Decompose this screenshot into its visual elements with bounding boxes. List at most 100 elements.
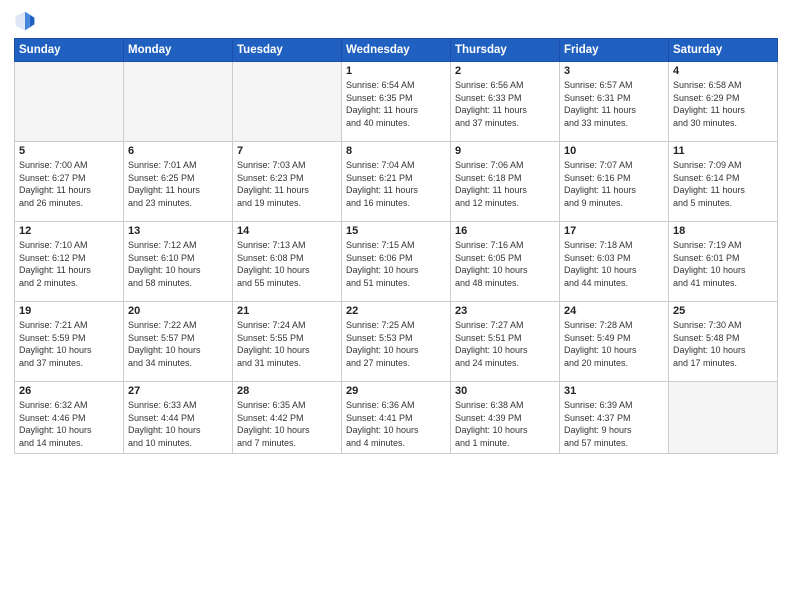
day-number: 27 (128, 385, 228, 397)
day-info: Sunrise: 7:12 AM Sunset: 6:10 PM Dayligh… (128, 239, 228, 289)
calendar-cell: 10Sunrise: 7:07 AM Sunset: 6:16 PM Dayli… (560, 142, 669, 222)
calendar-cell: 22 Sunrise: 7:25 AM Sunset: 5:53 PM Dayli… (342, 302, 451, 382)
day-number: 11 (673, 145, 773, 157)
calendar-cell: 27 Sunrise: 6:33 AM Sunset: 4:44 PM Dayli… (124, 382, 233, 454)
page-header (14, 10, 778, 32)
day-number: 19 (19, 305, 119, 317)
day-number: 28 (237, 385, 337, 397)
day-info: Sunrise: 7:21 AM Sunset: 5:59 PM Dayligh… (19, 319, 119, 369)
day-info: Sunrise: 6:35 AM Sunset: 4:42 PM Dayligh… (237, 399, 337, 449)
day-info: Sunrise: 6:57 AM Sunset: 6:31 PM Dayligh… (564, 79, 664, 129)
calendar-week-row: 26 Sunrise: 6:32 AM Sunset: 4:46 PM Dayli… (15, 382, 778, 454)
calendar-cell: 23 Sunrise: 7:27 AM Sunset: 5:51 PM Dayli… (451, 302, 560, 382)
day-number: 13 (128, 225, 228, 237)
day-number: 8 (346, 145, 446, 157)
day-info: Sunrise: 7:13 AM Sunset: 6:08 PM Dayligh… (237, 239, 337, 289)
calendar-cell: 2Sunrise: 6:56 AM Sunset: 6:33 PM Daylig… (451, 62, 560, 142)
day-info: Sunrise: 7:09 AM Sunset: 6:14 PM Dayligh… (673, 159, 773, 209)
day-info: Sunrise: 7:15 AM Sunset: 6:06 PM Dayligh… (346, 239, 446, 289)
day-number: 4 (673, 65, 773, 77)
calendar-cell (124, 62, 233, 142)
day-number: 12 (19, 225, 119, 237)
day-number: 24 (564, 305, 664, 317)
day-info: Sunrise: 7:24 AM Sunset: 5:55 PM Dayligh… (237, 319, 337, 369)
weekday-header: Wednesday (342, 39, 451, 62)
calendar-cell: 25 Sunrise: 7:30 AM Sunset: 5:48 PM Dayli… (669, 302, 778, 382)
day-info: Sunrise: 7:19 AM Sunset: 6:01 PM Dayligh… (673, 239, 773, 289)
day-info: Sunrise: 7:25 AM Sunset: 5:53 PM Dayligh… (346, 319, 446, 369)
day-number: 26 (19, 385, 119, 397)
day-info: Sunrise: 6:36 AM Sunset: 4:41 PM Dayligh… (346, 399, 446, 449)
calendar-cell: 8 Sunrise: 7:04 AM Sunset: 6:21 PM Daylig… (342, 142, 451, 222)
calendar-cell: 29 Sunrise: 6:36 AM Sunset: 4:41 PM Dayli… (342, 382, 451, 454)
calendar-cell: 1 Sunrise: 6:54 AM Sunset: 6:35 PM Daylig… (342, 62, 451, 142)
day-info: Sunrise: 7:07 AM Sunset: 6:16 PM Dayligh… (564, 159, 664, 209)
calendar-header-row: SundayMondayTuesdayWednesdayThursdayFrid… (15, 39, 778, 62)
day-info: Sunrise: 7:30 AM Sunset: 5:48 PM Dayligh… (673, 319, 773, 369)
logo-icon (14, 10, 36, 32)
calendar-cell: 12 Sunrise: 7:10 AM Sunset: 6:12 PM Dayli… (15, 222, 124, 302)
logo (14, 10, 40, 32)
day-number: 30 (455, 385, 555, 397)
calendar-cell: 30 Sunrise: 6:38 AM Sunset: 4:39 PM Dayli… (451, 382, 560, 454)
calendar-cell: 17Sunrise: 7:18 AM Sunset: 6:03 PM Dayli… (560, 222, 669, 302)
day-info: Sunrise: 7:27 AM Sunset: 5:51 PM Dayligh… (455, 319, 555, 369)
day-info: Sunrise: 6:32 AM Sunset: 4:46 PM Dayligh… (19, 399, 119, 449)
day-info: Sunrise: 6:38 AM Sunset: 4:39 PM Dayligh… (455, 399, 555, 449)
day-number: 16 (455, 225, 555, 237)
weekday-header: Tuesday (233, 39, 342, 62)
calendar-cell (669, 382, 778, 454)
calendar-cell: 11 Sunrise: 7:09 AM Sunset: 6:14 PM Dayli… (669, 142, 778, 222)
day-info: Sunrise: 6:58 AM Sunset: 6:29 PM Dayligh… (673, 79, 773, 129)
day-info: Sunrise: 7:16 AM Sunset: 6:05 PM Dayligh… (455, 239, 555, 289)
day-number: 15 (346, 225, 446, 237)
calendar-cell: 24 Sunrise: 7:28 AM Sunset: 5:49 PM Dayli… (560, 302, 669, 382)
day-info: Sunrise: 7:01 AM Sunset: 6:25 PM Dayligh… (128, 159, 228, 209)
calendar-cell: 15 Sunrise: 7:15 AM Sunset: 6:06 PM Dayli… (342, 222, 451, 302)
calendar-cell (15, 62, 124, 142)
calendar-table: SundayMondayTuesdayWednesdayThursdayFrid… (14, 38, 778, 454)
day-number: 29 (346, 385, 446, 397)
day-number: 1 (346, 65, 446, 77)
calendar-week-row: 1 Sunrise: 6:54 AM Sunset: 6:35 PM Daylig… (15, 62, 778, 142)
weekday-header: Thursday (451, 39, 560, 62)
day-number: 18 (673, 225, 773, 237)
day-info: Sunrise: 7:28 AM Sunset: 5:49 PM Dayligh… (564, 319, 664, 369)
day-number: 23 (455, 305, 555, 317)
calendar-week-row: 5 Sunrise: 7:00 AM Sunset: 6:27 PM Daylig… (15, 142, 778, 222)
day-number: 21 (237, 305, 337, 317)
calendar-cell: 4 Sunrise: 6:58 AM Sunset: 6:29 PM Daylig… (669, 62, 778, 142)
day-number: 22 (346, 305, 446, 317)
weekday-header: Friday (560, 39, 669, 62)
day-info: Sunrise: 6:56 AM Sunset: 6:33 PM Dayligh… (455, 79, 555, 129)
calendar-cell: 20 Sunrise: 7:22 AM Sunset: 5:57 PM Dayli… (124, 302, 233, 382)
calendar-week-row: 19 Sunrise: 7:21 AM Sunset: 5:59 PM Dayli… (15, 302, 778, 382)
calendar-cell: 31 Sunrise: 6:39 AM Sunset: 4:37 PM Dayli… (560, 382, 669, 454)
weekday-header: Monday (124, 39, 233, 62)
day-number: 20 (128, 305, 228, 317)
calendar-cell: 5 Sunrise: 7:00 AM Sunset: 6:27 PM Daylig… (15, 142, 124, 222)
day-info: Sunrise: 6:39 AM Sunset: 4:37 PM Dayligh… (564, 399, 664, 449)
day-info: Sunrise: 7:03 AM Sunset: 6:23 PM Dayligh… (237, 159, 337, 209)
calendar-cell: 14 Sunrise: 7:13 AM Sunset: 6:08 PM Dayli… (233, 222, 342, 302)
day-number: 31 (564, 385, 664, 397)
calendar-cell: 28 Sunrise: 6:35 AM Sunset: 4:42 PM Dayli… (233, 382, 342, 454)
calendar-cell: 26 Sunrise: 6:32 AM Sunset: 4:46 PM Dayli… (15, 382, 124, 454)
calendar-cell: 21 Sunrise: 7:24 AM Sunset: 5:55 PM Dayli… (233, 302, 342, 382)
day-info: Sunrise: 7:00 AM Sunset: 6:27 PM Dayligh… (19, 159, 119, 209)
day-number: 5 (19, 145, 119, 157)
day-info: Sunrise: 7:04 AM Sunset: 6:21 PM Dayligh… (346, 159, 446, 209)
calendar-cell: 13 Sunrise: 7:12 AM Sunset: 6:10 PM Dayli… (124, 222, 233, 302)
day-number: 17 (564, 225, 664, 237)
day-info: Sunrise: 6:54 AM Sunset: 6:35 PM Dayligh… (346, 79, 446, 129)
day-info: Sunrise: 7:22 AM Sunset: 5:57 PM Dayligh… (128, 319, 228, 369)
day-number: 25 (673, 305, 773, 317)
calendar-week-row: 12 Sunrise: 7:10 AM Sunset: 6:12 PM Dayli… (15, 222, 778, 302)
calendar-cell: 7Sunrise: 7:03 AM Sunset: 6:23 PM Daylig… (233, 142, 342, 222)
day-info: Sunrise: 7:10 AM Sunset: 6:12 PM Dayligh… (19, 239, 119, 289)
day-info: Sunrise: 6:33 AM Sunset: 4:44 PM Dayligh… (128, 399, 228, 449)
weekday-header: Sunday (15, 39, 124, 62)
day-number: 9 (455, 145, 555, 157)
day-number: 6 (128, 145, 228, 157)
day-number: 14 (237, 225, 337, 237)
